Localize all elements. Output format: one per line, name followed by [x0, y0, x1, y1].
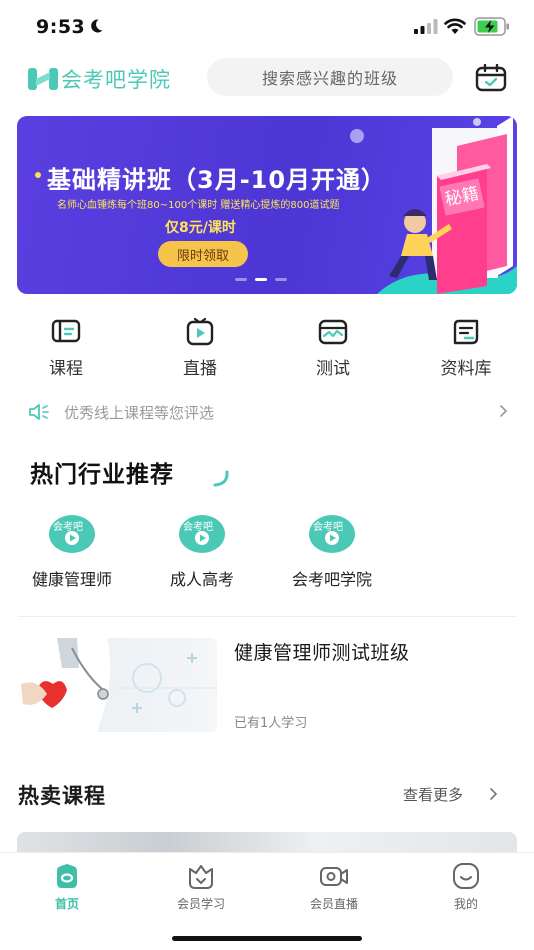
notice-bar[interactable]: 优秀线上课程等您评选: [28, 399, 510, 425]
chevron-right-icon: [500, 405, 508, 417]
tab-label: 我的: [453, 897, 478, 911]
tab-member-study[interactable]: 会员学习: [156, 861, 246, 912]
moon-icon: [91, 19, 103, 33]
svg-text:会考吧: 会考吧: [313, 520, 343, 533]
title-swoosh-decoration: [213, 470, 229, 487]
hot-industry-title: 热门行业推荐: [30, 462, 174, 488]
section-divider: [18, 616, 516, 617]
doctor-heart-illustration: [17, 638, 217, 732]
home-icon: [57, 864, 77, 888]
class-card[interactable]: 健康管理师测试班级 已有1人学习: [17, 638, 517, 734]
quick-nav-label: 直播: [183, 359, 217, 379]
course-book-icon: [51, 319, 81, 343]
banner-price: 仅8元/课时: [165, 220, 236, 236]
industry-item[interactable]: 会考吧 会考吧学院: [272, 514, 392, 590]
banner-pagination[interactable]: [235, 278, 287, 281]
svg-text:会考吧: 会考吧: [53, 520, 83, 533]
industry-label: 成人高考: [169, 570, 234, 589]
search-input[interactable]: 搜索感兴趣的班级: [207, 58, 453, 96]
document-library-icon: [453, 319, 479, 345]
banner-subtitle: 名师心血锤炼每个班80~100个课时 赠送精心提炼的800道试题: [57, 200, 340, 211]
class-learners: 已有1人学习: [234, 716, 308, 731]
quick-nav-courses[interactable]: 课程: [26, 318, 106, 379]
promo-banner[interactable]: 秘籍 基础精讲班（3月-10月开通） 名师心血锤炼每个班80~100个课时 赠送…: [17, 116, 517, 294]
live-play-icon: [186, 318, 214, 346]
bottom-tab-bar: 首页 会员学习 会员直播 我的: [0, 852, 534, 950]
video-play-badge-icon: 会考吧: [309, 515, 355, 553]
banner-page-dot-active[interactable]: [255, 278, 267, 281]
calendar-check-icon[interactable]: [475, 64, 507, 92]
logo-text: 会考吧学院: [61, 68, 171, 92]
quick-nav-label: 课程: [49, 359, 83, 379]
quick-nav-test[interactable]: 测试: [293, 318, 373, 379]
wifi-icon: [444, 18, 466, 34]
app-logo: 会考吧学院: [28, 64, 171, 94]
class-title: 健康管理师测试班级: [234, 642, 410, 664]
speaker-icon: [29, 404, 49, 420]
tab-label: 首页: [54, 897, 79, 911]
industry-label: 健康管理师: [31, 570, 112, 589]
class-thumbnail: [17, 638, 217, 732]
status-time: 9:53: [36, 16, 86, 38]
tab-label: 会员直播: [309, 897, 358, 911]
logo-mark-icon: [28, 68, 58, 90]
industry-item[interactable]: 会考吧 健康管理师: [12, 514, 132, 590]
tab-home[interactable]: 首页: [22, 861, 112, 912]
industry-label: 会考吧学院: [291, 570, 372, 589]
video-play-badge-icon: 会考吧: [49, 515, 95, 553]
quick-nav-live[interactable]: 直播: [160, 318, 240, 379]
banner-page-dot[interactable]: [275, 278, 287, 281]
banner-bullet: [35, 172, 41, 178]
tab-profile[interactable]: 我的: [421, 861, 511, 912]
quick-nav-label: 测试: [316, 359, 350, 379]
notice-text: 优秀线上课程等您评选: [64, 403, 215, 422]
chevron-right-icon[interactable]: [488, 787, 498, 801]
video-camera-icon: [320, 867, 348, 886]
home-indicator: [172, 936, 362, 941]
tab-member-live[interactable]: 会员直播: [289, 861, 379, 912]
banner-claim-button[interactable]: 限时领取: [158, 241, 248, 267]
banner-page-dot[interactable]: [235, 278, 247, 281]
industry-item[interactable]: 会考吧 成人高考: [142, 514, 262, 590]
book-stack-illustration: 秘籍: [350, 116, 517, 294]
member-crown-icon: [189, 865, 213, 889]
banner-title: 基础精讲班（3月-10月开通）: [47, 166, 387, 194]
quick-nav-label: 资料库: [440, 359, 492, 379]
app-header: 会考吧学院 搜索感兴趣的班级: [0, 56, 534, 100]
tab-label: 会员学习: [176, 897, 225, 911]
quick-nav-library[interactable]: 资料库: [426, 318, 506, 379]
video-play-badge-icon: 会考吧: [179, 515, 225, 553]
svg-text:会考吧: 会考吧: [183, 520, 213, 533]
hot-sale-title: 热卖课程: [18, 784, 106, 808]
test-screen-icon: [318, 319, 348, 345]
cellular-signal-icon: [414, 19, 438, 34]
view-more-link[interactable]: 查看更多: [403, 784, 463, 805]
status-bar: 9:53: [0, 0, 534, 52]
smile-profile-icon: [453, 863, 479, 889]
battery-charging-icon: [474, 17, 509, 36]
quick-nav: 课程 直播 测试 资料库: [0, 318, 534, 380]
